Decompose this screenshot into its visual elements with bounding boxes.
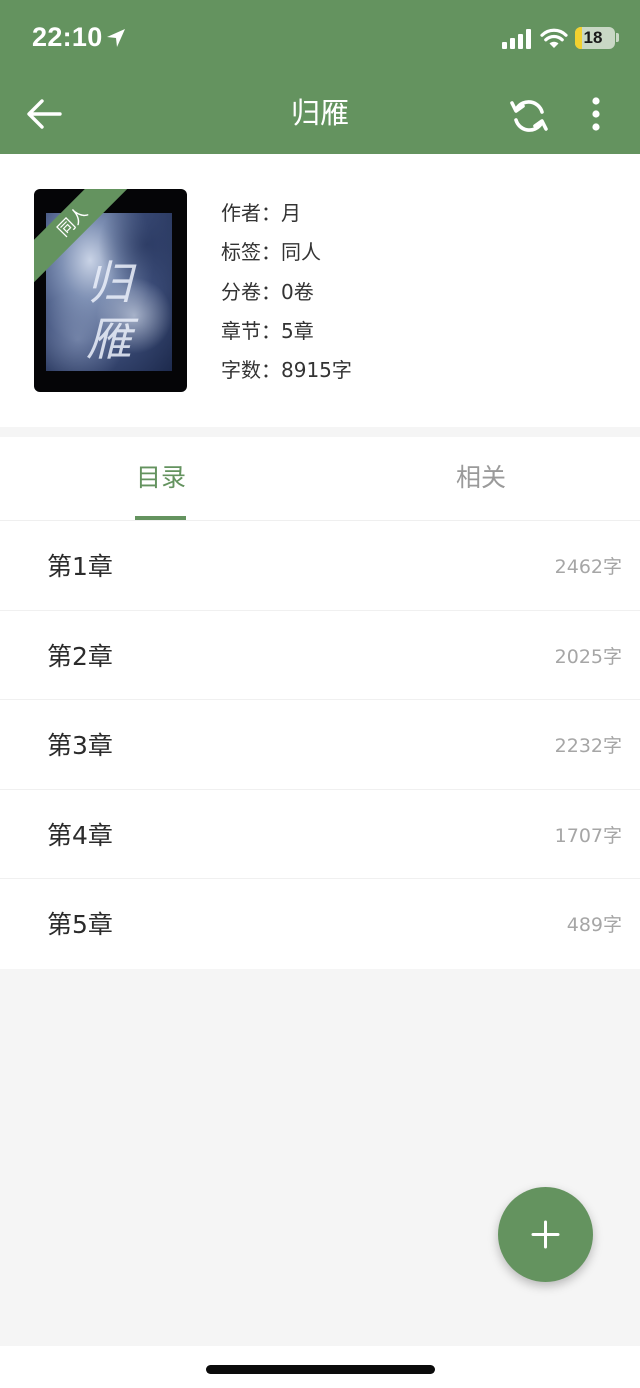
chapter-row[interactable]: 第5章 489字 (0, 879, 640, 969)
chapter-title: 第2章 (47, 641, 113, 671)
chapter-row[interactable]: 第3章 2232字 (0, 700, 640, 790)
back-button[interactable] (22, 94, 66, 134)
chapter-word-count: 2232字 (554, 735, 622, 758)
cover-title-art: 归雁 (86, 256, 132, 366)
meta-value: 5章 (281, 318, 314, 343)
book-cover[interactable]: 归雁 同人 (34, 189, 187, 392)
meta-label: 分卷： (221, 279, 281, 304)
meta-word-count: 字数：8915字 (221, 356, 352, 395)
active-tab-indicator (135, 516, 186, 520)
battery-icon: 18 (575, 27, 615, 49)
meta-value: 8915字 (281, 358, 352, 383)
meta-value: 同人 (281, 240, 321, 265)
meta-tags: 标签：同人 (221, 238, 352, 277)
status-bar: 22:10 18 (0, 0, 640, 78)
tab-related[interactable]: 相关 (401, 461, 561, 495)
refresh-button[interactable] (508, 95, 550, 137)
chapter-title: 第3章 (47, 731, 113, 761)
meta-value: 0卷 (281, 279, 314, 304)
more-vertical-icon (592, 97, 600, 131)
app-header: 22:10 18 归雁 (0, 0, 640, 154)
chapter-row[interactable]: 第1章 2462字 (0, 521, 640, 611)
chapter-word-count: 2025字 (554, 645, 622, 668)
plus-icon (531, 1220, 560, 1249)
cellular-signal-icon (502, 29, 531, 49)
more-options-button[interactable] (580, 96, 612, 134)
meta-label: 章节： (221, 318, 281, 343)
chapter-title: 第5章 (47, 910, 113, 940)
meta-author: 作者：月 (221, 199, 352, 238)
meta-label: 字数： (221, 358, 281, 383)
meta-label: 作者： (221, 201, 281, 225)
battery-tip (616, 33, 619, 42)
battery-percent: 18 (583, 28, 603, 47)
meta-chapters: 章节：5章 (221, 317, 352, 356)
meta-volumes: 分卷：0卷 (221, 278, 352, 317)
refresh-icon (510, 100, 548, 132)
location-arrow-icon (107, 29, 125, 47)
chapter-word-count: 1707字 (554, 824, 622, 847)
meta-label: 标签： (221, 240, 281, 265)
chapter-word-count: 2462字 (554, 556, 622, 578)
book-info-panel: 归雁 同人 作者：月 标签：同人 分卷：0卷 章节：5章 字数：8915字 (0, 154, 640, 427)
home-indicator[interactable] (206, 1365, 435, 1374)
chapter-title: 第1章 (47, 552, 113, 581)
meta-value: 月 (281, 201, 301, 225)
chapter-row[interactable]: 第2章 2025字 (0, 610, 640, 701)
chapter-row[interactable]: 第4章 1707字 (0, 789, 640, 880)
page-title: 归雁 (290, 96, 349, 130)
chapter-word-count: 489字 (566, 914, 622, 937)
tab-catalog[interactable]: 目录 (81, 461, 241, 495)
tab-bar: 目录 相关 (0, 437, 640, 521)
chapter-list: 第1章 2462字 第2章 2025字 第3章 2232字 第4章 1707字 … (0, 521, 640, 969)
chapter-title: 第4章 (47, 820, 113, 850)
status-time: 22:10 (32, 22, 103, 52)
arrow-left-icon (27, 99, 62, 129)
add-button[interactable] (498, 1187, 593, 1282)
wifi-icon (540, 28, 568, 48)
book-meta-list: 作者：月 标签：同人 分卷：0卷 章节：5章 字数：8915字 (221, 199, 352, 395)
